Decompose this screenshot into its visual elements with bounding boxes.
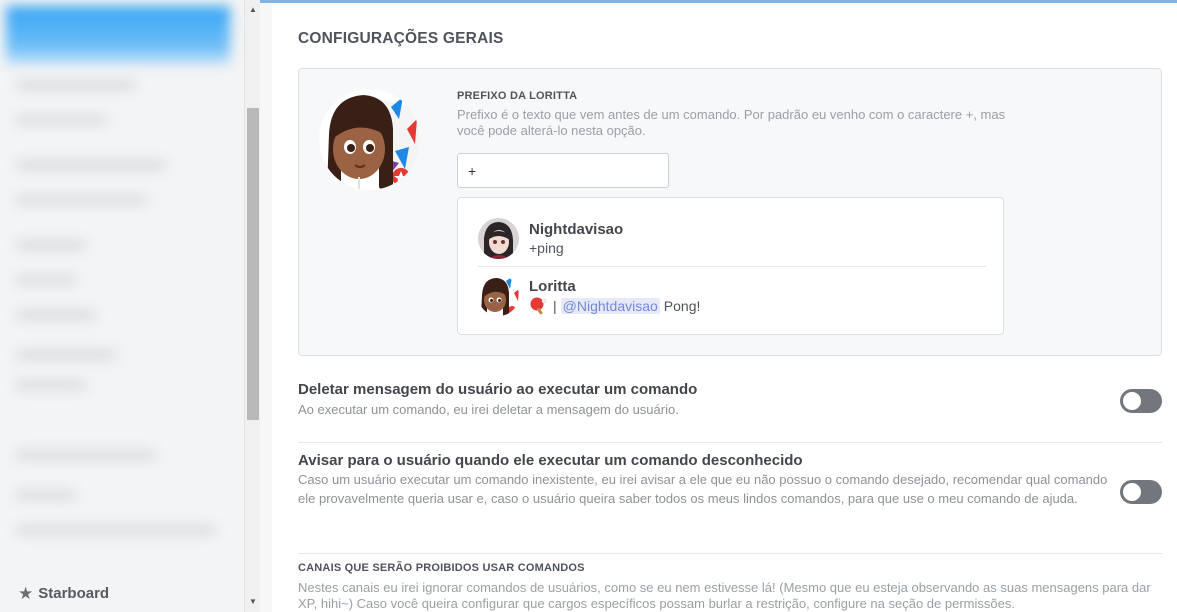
blocked-channels-description: Nestes canais eu irei ignorar comandos d… [298, 580, 1151, 611]
scroll-up-arrow-icon[interactable]: ▲ [245, 2, 261, 18]
message-reply-text: Pong! [663, 298, 701, 314]
prefix-label: PREFIXO DA LORITTA [457, 90, 578, 102]
top-accent-line [260, 0, 1177, 3]
message-text: | @Nightdavisao Pong! [529, 297, 700, 315]
setting-title: Deletar mensagem do usuário ao executar … [298, 381, 698, 398]
loritta-small-avatar [478, 275, 519, 316]
ping-pong-icon [530, 297, 547, 315]
sidebar-item-label: Starboard [38, 585, 110, 602]
loritta-avatar [319, 89, 420, 190]
setting-divider [298, 553, 1162, 554]
blocked-channels-section: CANAIS QUE SERÃO PROIBIDOS USAR COMANDOS… [298, 562, 1162, 612]
message-divider [478, 266, 986, 267]
setting-title: Avisar para o usuário quando ele executa… [298, 452, 803, 469]
user-mention[interactable]: @Nightdavisao [560, 298, 660, 314]
sidebar-blurred-content [6, 0, 230, 575]
delete-message-toggle[interactable] [1120, 389, 1162, 413]
content-gutter [260, 0, 272, 612]
prefix-input[interactable] [457, 153, 669, 188]
sidebar-item-starboard[interactable]: ★ Starboard [0, 575, 244, 612]
message-separator: | [553, 298, 557, 314]
setting-unknown-command-warning: Avisar para o usuário quando ele executa… [298, 452, 1162, 508]
sidebar: ★ Starboard [0, 0, 244, 612]
user-avatar [478, 218, 519, 259]
star-icon: ★ [18, 583, 34, 603]
message-text: +ping [529, 240, 564, 256]
message-author: Nightdavisao [529, 221, 624, 238]
toggle-knob [1123, 483, 1141, 501]
setting-description: Caso um usuário executar um comando inex… [298, 472, 1108, 506]
section-title: CONFIGURAÇÕES GERAIS [298, 30, 504, 47]
scrollbar-thumb[interactable] [247, 108, 259, 420]
setting-divider [298, 442, 1162, 443]
blocked-channels-label: CANAIS QUE SERÃO PROIBIDOS USAR COMANDOS [298, 562, 585, 574]
toggle-knob [1123, 392, 1141, 410]
unknown-command-warning-toggle[interactable] [1120, 480, 1162, 504]
sidebar-scrollbar[interactable]: ▲ ▼ [244, 0, 260, 612]
prefix-card: PREFIXO DA LORITTA Prefixo é o texto que… [298, 68, 1162, 356]
scroll-down-arrow-icon[interactable]: ▼ [245, 594, 261, 610]
command-preview: Nightdavisao +ping Loritta | @Nightdavis… [457, 197, 1004, 335]
setting-description: Ao executar um comando, eu irei deletar … [298, 402, 679, 417]
message-author: Loritta [529, 278, 576, 295]
prefix-description: Prefixo é o texto que vem antes de um co… [457, 107, 1006, 138]
setting-delete-message: Deletar mensagem do usuário ao executar … [298, 381, 1162, 420]
